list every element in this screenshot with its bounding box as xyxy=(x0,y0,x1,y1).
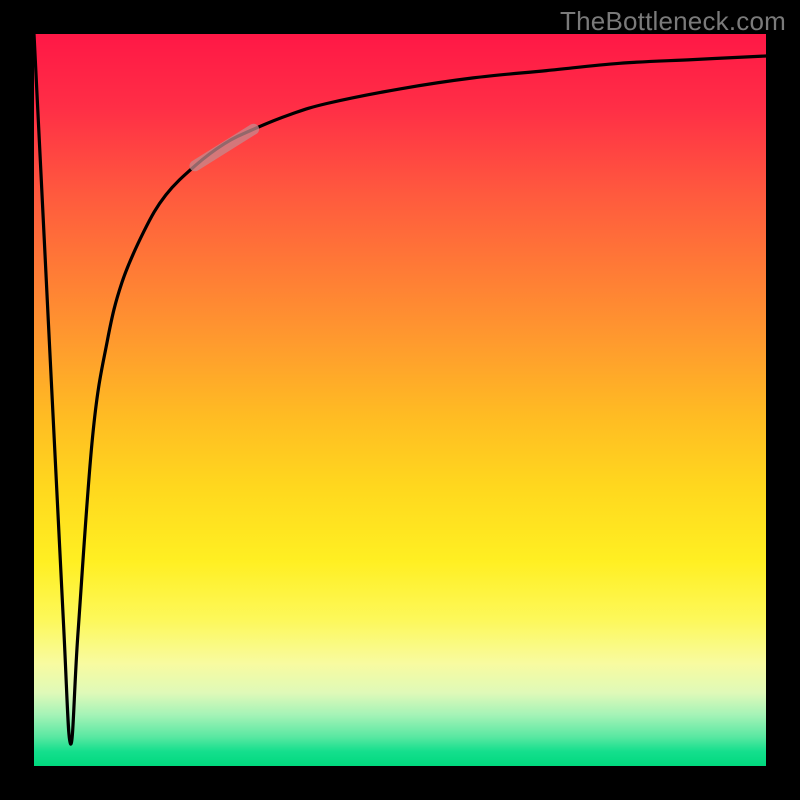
curve-svg xyxy=(34,34,766,766)
highlight-marker xyxy=(195,129,254,166)
chart-frame: TheBottleneck.com xyxy=(0,0,800,800)
plot-area xyxy=(34,34,766,766)
bottleneck-curve xyxy=(34,34,766,744)
attribution-label: TheBottleneck.com xyxy=(560,6,786,37)
